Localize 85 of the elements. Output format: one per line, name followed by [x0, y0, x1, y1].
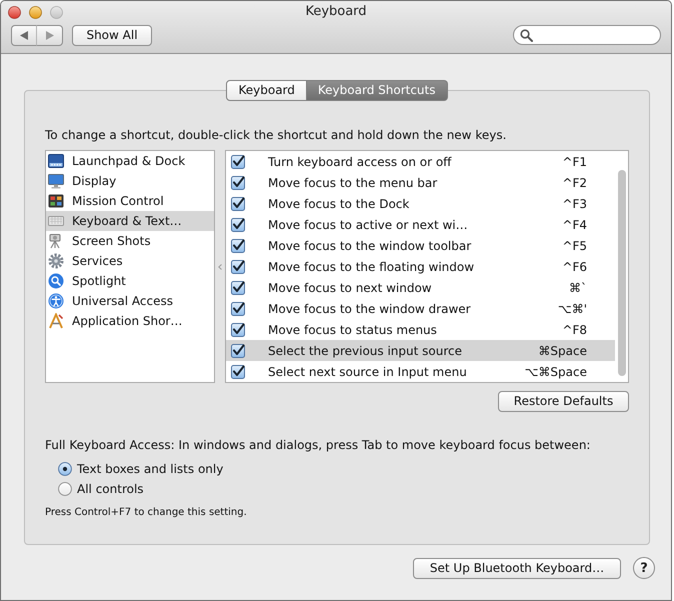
shortcut-label: Turn keyboard access on or off — [268, 154, 453, 168]
shortcut-keys: ^F1 — [562, 154, 615, 168]
shortcut-keys: ⌘Space — [538, 344, 615, 358]
shortcut-keys: ^F2 — [562, 176, 615, 190]
shortcut-row[interactable]: Move focus to status menus ^F8 — [226, 319, 615, 340]
shortcut-row[interactable]: Move focus to the window toolbar ^F5 — [226, 235, 615, 256]
show-all-button[interactable]: Show All — [72, 24, 152, 46]
shortcut-label: Move focus to the menu bar — [268, 176, 438, 190]
shortcut-row[interactable]: Select next source in Input menu ⌥⌘Space — [226, 361, 615, 382]
shortcut-label: Move focus to the window drawer — [268, 302, 472, 316]
shortcut-keys: ^F3 — [562, 196, 615, 210]
shortcut-row[interactable]: Move focus to the floating window ^F6 — [226, 256, 615, 277]
back-button[interactable] — [11, 24, 37, 46]
restore-defaults-button[interactable]: Restore Defaults — [498, 391, 629, 412]
checkbox[interactable] — [231, 176, 245, 190]
minimize-icon[interactable] — [29, 6, 42, 18]
checkbox[interactable] — [231, 280, 245, 294]
category-item[interactable]: Display — [46, 171, 214, 191]
instruction-text: To change a shortcut, double-click the shortcut and hold down the new keys. — [45, 127, 506, 143]
checkbox[interactable] — [231, 154, 245, 168]
shortcut-keys: ^F8 — [562, 322, 615, 336]
category-item[interactable]: Spotlight — [46, 271, 214, 291]
tab[interactable]: Keyboard — [226, 80, 307, 101]
shortcut-keys: ⌥⌘' — [558, 302, 615, 316]
shortcut-row[interactable]: Move focus to the Dock ^F3 — [226, 193, 615, 214]
shortcut-row[interactable]: Move focus to active or next wi… ^F4 — [226, 214, 615, 235]
checkbox[interactable] — [231, 238, 245, 252]
radio-button[interactable] — [58, 462, 72, 476]
shortcut-keys: ^F6 — [562, 260, 615, 274]
category-item[interactable]: Launchpad & Dock — [46, 151, 214, 171]
shortcut-label: Move focus to next window — [268, 280, 433, 294]
radio-option[interactable]: Text boxes and lists only — [58, 459, 224, 479]
shortcut-keys: ^F5 — [562, 238, 615, 252]
left-triangle-icon — [20, 30, 28, 40]
monitor-icon — [48, 173, 64, 189]
category-item[interactable]: Screen Shots — [46, 231, 214, 251]
shortcut-row[interactable]: Move focus to next window ⌘` — [226, 277, 615, 298]
shortcut-label: Move focus to the window toolbar — [268, 238, 472, 252]
shortcut-keys: ^F4 — [562, 218, 615, 232]
full-keyboard-access-text: Full Keyboard Access: In windows and dialogs, press Tab to move keyboard focus between: — [45, 437, 590, 453]
checkbox[interactable] — [231, 322, 245, 336]
shortcut-label: Move focus to active or next wi… — [268, 218, 469, 232]
shortcut-label: Move focus to the Dock — [268, 196, 410, 210]
search-field[interactable] — [513, 25, 661, 45]
help-button[interactable]: ? — [633, 557, 655, 579]
category-item[interactable]: Mission Control — [46, 191, 214, 211]
scrollbar-thumb[interactable] — [618, 170, 626, 376]
radio-option[interactable]: All controls — [58, 479, 144, 499]
category-item[interactable]: Keyboard & Text… — [46, 211, 214, 231]
bluetooth-keyboard-button[interactable]: Set Up Bluetooth Keyboard… — [413, 558, 621, 578]
keyboard-icon — [48, 213, 64, 229]
shortcut-keys: ⌘` — [569, 280, 615, 294]
shortcut-label: Select next source in Input menu — [268, 364, 468, 378]
window-tiles-icon — [48, 193, 64, 209]
tab[interactable]: Keyboard Shortcuts — [306, 80, 448, 101]
splitter-grip-icon[interactable] — [218, 264, 222, 270]
checkbox[interactable] — [231, 260, 245, 274]
note-text: Press Control+F7 to change this setting. — [45, 506, 247, 520]
window-title: Keyboard — [305, 4, 367, 20]
dock-icon — [48, 153, 64, 169]
shortcut-row[interactable]: Select the previous input source ⌘Space — [226, 340, 615, 361]
shortcut-keys: ⌥⌘Space — [524, 364, 615, 378]
checkbox[interactable] — [231, 218, 245, 232]
person-circle-icon — [48, 293, 64, 309]
category-item[interactable]: Application Shor… — [46, 311, 214, 331]
right-triangle-icon — [46, 30, 54, 40]
search-icon — [520, 28, 533, 42]
shortcut-row[interactable]: Move focus to the window drawer ⌥⌘' — [226, 298, 615, 319]
shortcut-label: Select the previous input source — [268, 344, 463, 358]
checkbox[interactable] — [231, 344, 245, 358]
close-icon[interactable] — [8, 6, 21, 18]
shortcut-label: Move focus to status menus — [268, 322, 438, 336]
checkbox[interactable] — [231, 302, 245, 316]
forward-button[interactable] — [37, 24, 63, 46]
radio-button[interactable] — [58, 482, 72, 496]
magnifier-circle-icon — [48, 273, 64, 289]
checkbox[interactable] — [231, 196, 245, 210]
gear-icon — [48, 253, 64, 269]
category-item[interactable]: Universal Access — [46, 291, 214, 311]
shortcut-row[interactable]: Move focus to the menu bar ^F2 — [226, 172, 615, 193]
category-item[interactable]: Services — [46, 251, 214, 271]
shortcut-row[interactable]: Turn keyboard access on or off ^F1 — [226, 151, 615, 172]
pencil-ruler-icon — [48, 313, 64, 329]
shortcut-label: Move focus to the floating window — [268, 260, 476, 274]
checkbox[interactable] — [231, 364, 245, 378]
